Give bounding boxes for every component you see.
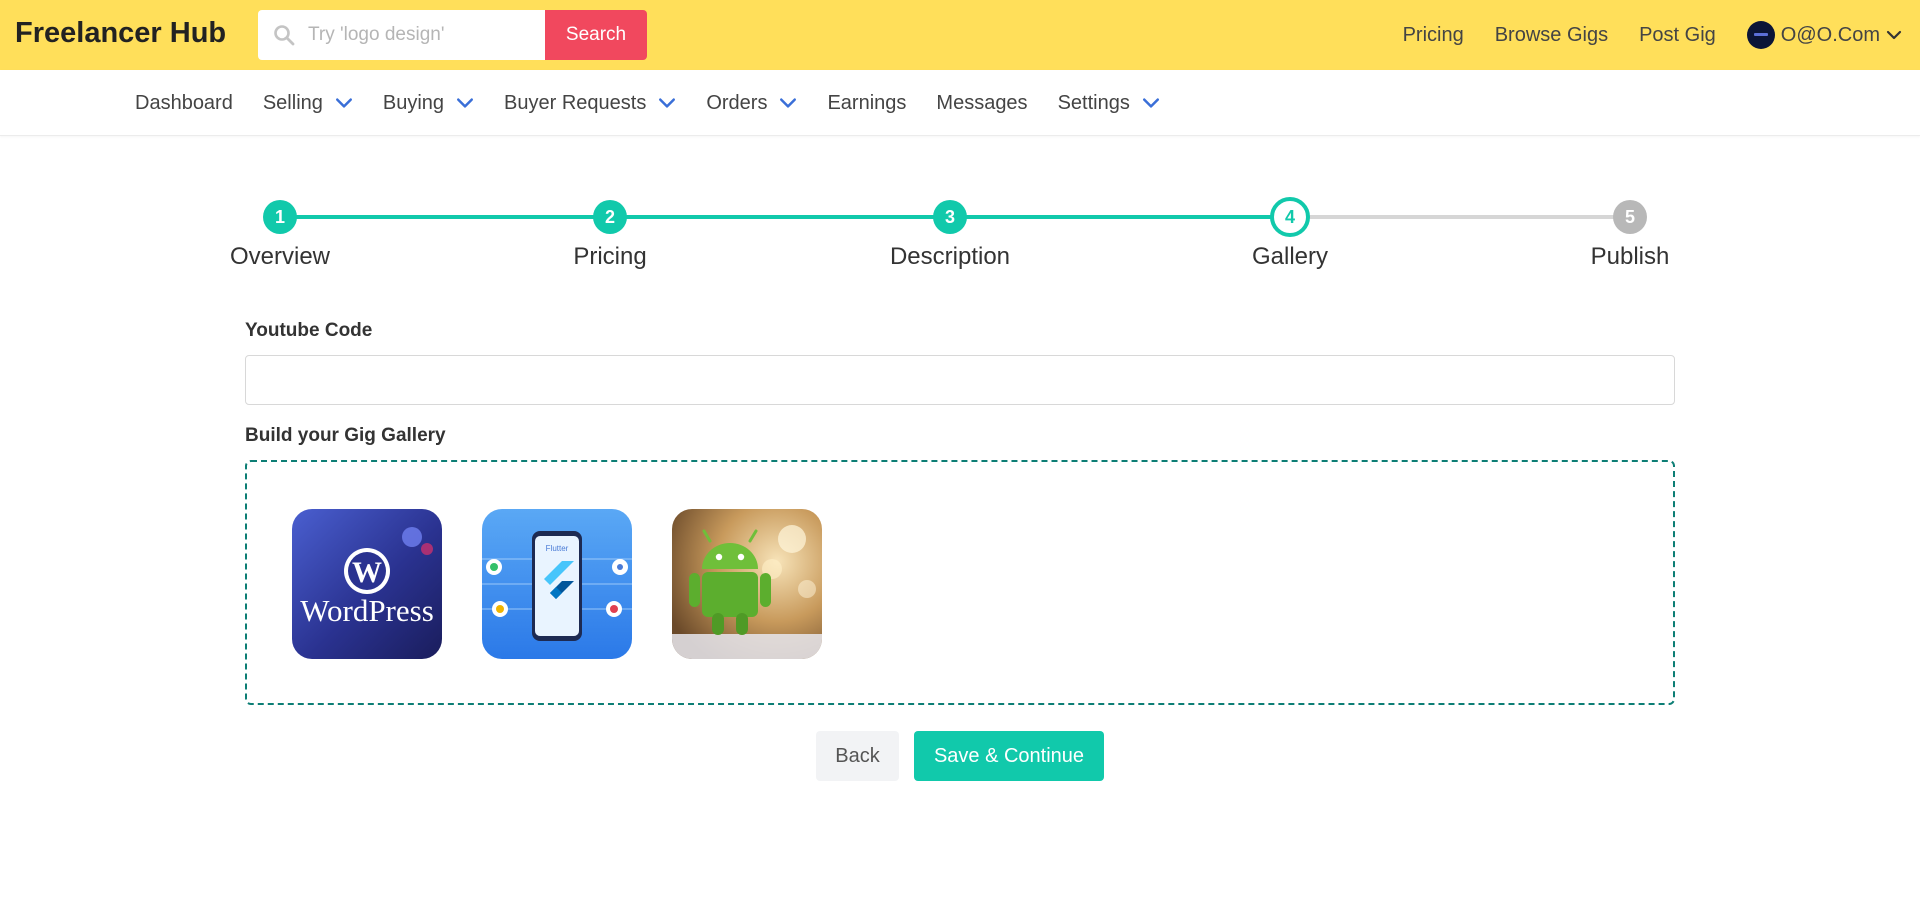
step-number: 2 (593, 200, 627, 234)
chevron-down-icon (335, 98, 352, 108)
step-number: 3 (933, 200, 967, 234)
chevron-down-icon (659, 98, 676, 108)
top-header: Freelancer Hub Search Pricing Browse Gig… (0, 0, 1920, 70)
android-image (672, 509, 822, 659)
chevron-down-icon (1886, 30, 1902, 40)
subnav-earnings[interactable]: Earnings (827, 92, 906, 115)
subnav-dashboard[interactable]: Dashboard (135, 92, 233, 115)
nav-link-pricing[interactable]: Pricing (1403, 24, 1464, 47)
subnav-label: Selling (262, 91, 323, 114)
user-email: O@O.Com (1780, 23, 1880, 46)
top-nav: Pricing Browse Gigs Post Gig O@O.Com (1403, 0, 1902, 70)
step-label: Description (889, 243, 1011, 270)
search-field (258, 10, 545, 60)
subnav-label: Settings (1057, 91, 1130, 114)
step-overview[interactable]: 1 Overview (180, 195, 380, 271)
subnav-selling[interactable]: Selling (263, 92, 353, 115)
gallery-item-android[interactable] (672, 509, 822, 659)
svg-text:Flutter: Flutter (546, 544, 569, 553)
subnav-label: Dashboard (135, 91, 233, 114)
search-input[interactable] (308, 10, 538, 60)
gallery-item-wordpress[interactable]: W WordPress (292, 509, 442, 659)
step-number: 1 (263, 200, 297, 234)
nav-link-browse-gigs[interactable]: Browse Gigs (1495, 24, 1608, 47)
subnav-orders[interactable]: Orders (706, 92, 797, 115)
step-label: Publish (1590, 243, 1670, 270)
search-bar: Search (258, 10, 647, 60)
brand-logo[interactable]: Freelancer Hub (15, 17, 226, 50)
search-button[interactable]: Search (545, 10, 647, 60)
flutter-image: Flutter (482, 509, 632, 659)
step-pricing[interactable]: 2 Pricing (510, 195, 710, 271)
subnav-label: Messages (936, 91, 1028, 114)
wordpress-image: W WordPress (292, 509, 442, 659)
back-button[interactable]: Back (816, 731, 899, 781)
subnav-label: Orders (706, 91, 768, 114)
youtube-code-label: Youtube Code (245, 320, 373, 341)
gallery-label: Build your Gig Gallery (245, 425, 446, 446)
chevron-down-icon (457, 98, 474, 108)
progress-stepper: 1 Overview 2 Pricing 3 Description 4 Gal… (0, 195, 1920, 285)
subnav-messages[interactable]: Messages (936, 92, 1027, 115)
step-gallery[interactable]: 4 Gallery (1190, 195, 1390, 271)
step-description[interactable]: 3 Description (850, 195, 1050, 271)
subnav-buying[interactable]: Buying (383, 92, 474, 115)
subnav-label: Buying (382, 91, 445, 114)
step-label: Overview (229, 243, 331, 270)
search-icon (274, 25, 295, 46)
step-label: Gallery (1251, 243, 1329, 270)
step-label: Pricing (573, 243, 647, 270)
sub-navigation: Dashboard Selling Buying Buyer Requests … (0, 70, 1920, 136)
subnav-buyer-requests[interactable]: Buyer Requests (504, 92, 676, 115)
nav-link-post-gig[interactable]: Post Gig (1639, 24, 1716, 47)
gig-gallery-dropzone[interactable]: W WordPress Flutter (245, 460, 1675, 705)
step-publish[interactable]: 5 Publish (1530, 195, 1730, 271)
chevron-down-icon (1142, 98, 1159, 108)
step-number: 5 (1613, 200, 1647, 234)
subnav-label: Buyer Requests (504, 91, 647, 114)
subnav-settings[interactable]: Settings (1058, 92, 1160, 115)
svg-text:WordPress: WordPress (300, 593, 434, 628)
save-continue-button[interactable]: Save & Continue (914, 731, 1104, 781)
step-number: 4 (1270, 197, 1310, 237)
chevron-down-icon (780, 98, 797, 108)
subnav-label: Earnings (827, 91, 907, 114)
youtube-code-input[interactable] (245, 355, 1675, 405)
avatar (1746, 21, 1775, 49)
user-menu[interactable]: O@O.Com (1746, 21, 1902, 49)
gallery-item-flutter[interactable]: Flutter (482, 509, 632, 659)
svg-text:W: W (352, 556, 382, 589)
